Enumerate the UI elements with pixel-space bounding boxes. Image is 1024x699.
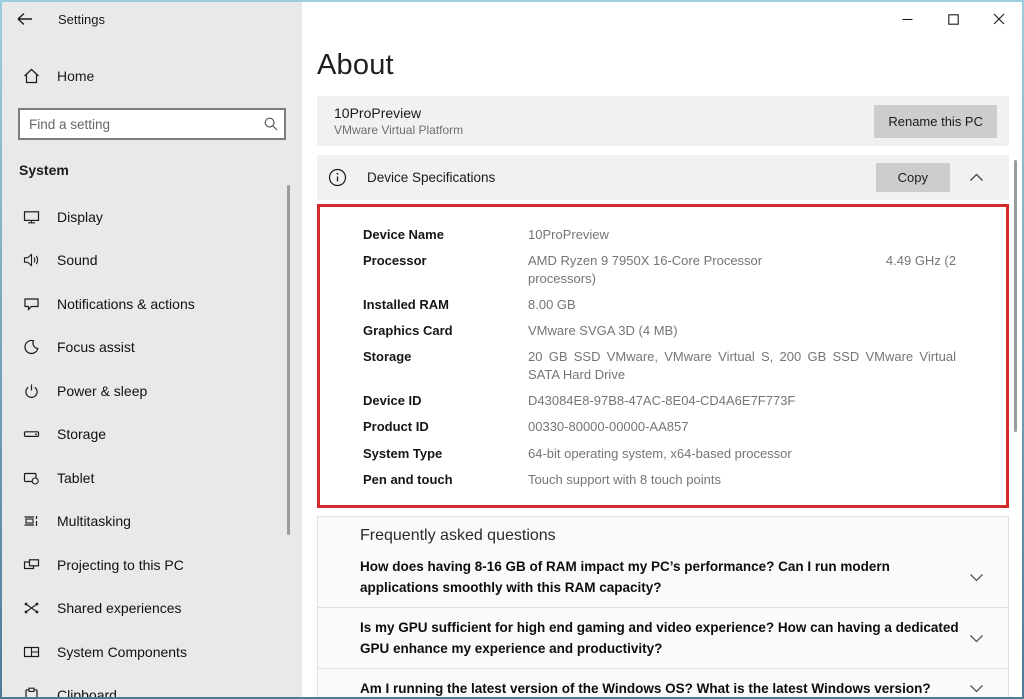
storage-icon — [23, 426, 40, 442]
device-specs-header[interactable]: Device Specifications Copy — [317, 155, 1009, 200]
sidebar-item-storage[interactable]: Storage — [2, 413, 302, 457]
content: About 10ProPreview VMware Virtual Platfo… — [302, 36, 1022, 697]
device-specs-title: Device Specifications — [367, 170, 876, 185]
shared-experiences-icon — [23, 600, 40, 616]
sidebar-item-focus-assist[interactable]: Focus assist — [2, 326, 302, 370]
rename-pc-button[interactable]: Rename this PC — [874, 105, 997, 138]
power-icon — [23, 383, 40, 399]
faq-item-ram[interactable]: How does having 8-16 GB of RAM impact my… — [318, 547, 1008, 608]
app-title: Settings — [58, 12, 105, 27]
spec-row-system-type: System Type 64-bit operating system, x64… — [363, 445, 956, 462]
maximize-button[interactable] — [930, 2, 976, 36]
pc-platform: VMware Virtual Platform — [334, 123, 874, 137]
sidebar-item-label: Power & sleep — [57, 383, 147, 399]
sidebar-item-label: Home — [57, 68, 94, 84]
spec-row-processor: Processor AMD Ryzen 9 7950X 16-Core Proc… — [363, 252, 956, 287]
processor-speed: 4.49 GHz (2 — [886, 252, 956, 269]
sidebar-item-label: System Components — [57, 644, 187, 660]
pc-name: 10ProPreview — [334, 105, 874, 121]
sound-icon — [23, 252, 40, 268]
search-icon[interactable] — [258, 116, 284, 132]
back-button[interactable] — [2, 2, 46, 36]
sidebar-item-label: Display — [57, 209, 103, 225]
sidebar-item-label: Multitasking — [57, 513, 131, 529]
home-icon — [23, 68, 39, 84]
chevron-down-icon — [969, 634, 984, 643]
sidebar-section-system: System — [19, 162, 302, 178]
page-title: About — [317, 49, 1009, 82]
spec-row-installed-ram: Installed RAM 8.00 GB — [363, 296, 956, 313]
pc-name-card: 10ProPreview VMware Virtual Platform Ren… — [317, 96, 1009, 146]
close-button[interactable] — [976, 2, 1022, 36]
sidebar-item-home[interactable]: Home — [2, 58, 302, 94]
sidebar-item-label: Clipboard — [57, 687, 117, 697]
copy-button[interactable]: Copy — [876, 163, 950, 192]
multitasking-icon — [23, 513, 40, 529]
spec-row-graphics-card: Graphics Card VMware SVGA 3D (4 MB) — [363, 322, 956, 339]
highlight-rectangle: Device Name 10ProPreview Processor AMD R… — [317, 204, 1009, 508]
spec-row-device-name: Device Name 10ProPreview — [363, 226, 956, 243]
main-area: About 10ProPreview VMware Virtual Platfo… — [302, 2, 1022, 697]
faq-section: Frequently asked questions How does havi… — [317, 516, 1009, 697]
tablet-icon — [23, 470, 40, 486]
sidebar-item-label: Sound — [57, 252, 97, 268]
spec-row-product-id: Product ID 00330-80000-00000-AA857 — [363, 418, 956, 435]
chevron-up-icon — [969, 173, 984, 182]
faq-item-gpu[interactable]: Is my GPU sufficient for high end gaming… — [318, 608, 1008, 669]
sidebar-item-label: Notifications & actions — [57, 296, 195, 312]
chevron-down-icon — [969, 684, 984, 693]
sidebar-item-clipboard[interactable]: Clipboard — [2, 674, 302, 698]
minimize-button[interactable] — [884, 2, 930, 36]
search-input[interactable] — [20, 117, 258, 132]
sidebar-item-tablet[interactable]: Tablet — [2, 456, 302, 500]
spec-row-pen-touch: Pen and touch Touch support with 8 touch… — [363, 471, 956, 488]
sidebar-item-label: Focus assist — [57, 339, 135, 355]
sidebar-nav: Display Sound Notifications & actions Fo… — [2, 195, 302, 697]
sidebar-item-label: Tablet — [57, 470, 94, 486]
sidebar-item-projecting[interactable]: Projecting to this PC — [2, 543, 302, 587]
processor-name: AMD Ryzen 9 7950X 16-Core Processor — [528, 252, 762, 269]
settings-window: Settings Home System Display — [0, 0, 1024, 699]
sidebar-item-label: Storage — [57, 426, 106, 442]
collapse-button[interactable] — [967, 168, 986, 187]
sidebar-item-notifications[interactable]: Notifications & actions — [2, 282, 302, 326]
back-arrow-icon — [16, 12, 33, 26]
system-components-icon — [23, 644, 40, 660]
faq-item-windows-version[interactable]: Am I running the latest version of the W… — [318, 669, 1008, 697]
maximize-icon — [948, 14, 959, 25]
processor-wrap: processors) — [528, 270, 956, 287]
search-box — [18, 108, 286, 140]
titlebar-left: Settings — [2, 2, 302, 36]
sidebar-item-display[interactable]: Display — [2, 195, 302, 239]
faq-title: Frequently asked questions — [318, 517, 1008, 547]
close-icon — [993, 13, 1005, 25]
focus-assist-icon — [23, 339, 40, 355]
spec-row-storage: Storage 20 GB SSD VMware, VMware Virtual… — [363, 348, 956, 383]
minimize-icon — [902, 14, 913, 25]
sidebar-item-label: Shared experiences — [57, 600, 182, 616]
display-icon — [23, 209, 40, 225]
sidebar: Settings Home System Display — [2, 2, 302, 697]
sidebar-item-sound[interactable]: Sound — [2, 239, 302, 283]
sidebar-item-system-components[interactable]: System Components — [2, 630, 302, 674]
chevron-down-icon — [969, 573, 984, 582]
spec-row-device-id: Device ID D43084E8-97B8-47AC-8E04-CD4A6E… — [363, 392, 956, 409]
sidebar-item-multitasking[interactable]: Multitasking — [2, 500, 302, 544]
clipboard-icon — [23, 687, 40, 697]
notifications-icon — [23, 296, 40, 312]
info-icon — [328, 168, 347, 187]
sidebar-item-label: Projecting to this PC — [57, 557, 184, 573]
titlebar-right — [302, 2, 1022, 36]
sidebar-scrollbar[interactable] — [287, 185, 290, 535]
sidebar-item-shared-experiences[interactable]: Shared experiences — [2, 587, 302, 631]
sidebar-item-power-sleep[interactable]: Power & sleep — [2, 369, 302, 413]
content-scrollbar[interactable] — [1014, 160, 1017, 432]
projecting-icon — [23, 557, 40, 573]
